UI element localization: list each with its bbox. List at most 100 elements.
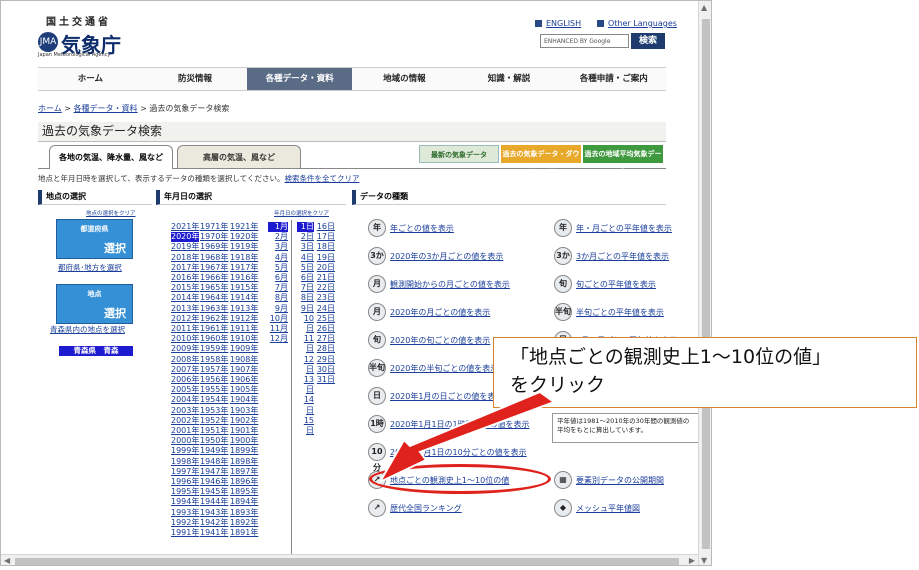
day-link[interactable]: 9日 [297, 304, 314, 314]
day-link[interactable]: 31日 [315, 375, 335, 385]
year-link[interactable]: 2002年 [171, 416, 199, 426]
year-link[interactable]: 1950年 [200, 436, 228, 446]
year-link[interactable]: 1960年 [200, 334, 228, 344]
year-link[interactable]: 1991年 [171, 528, 199, 538]
year-link[interactable]: 1907年 [230, 365, 258, 375]
year-link[interactable]: 2011年 [171, 324, 199, 334]
data-type-link[interactable]: 要素別データの公開期間 [576, 475, 664, 486]
year-link[interactable]: 1917年 [230, 263, 258, 273]
point-select-button[interactable]: 地点 選択 [56, 284, 133, 324]
month-link[interactable]: 3月 [268, 242, 288, 252]
data-type-link[interactable]: 2020年の月ごとの値を表示 [390, 307, 490, 318]
day-link[interactable]: 25日 [315, 314, 335, 324]
year-link[interactable]: 1946年 [200, 477, 228, 487]
data-type-item[interactable]: 月観測開始からの月ごとの値を表示 [368, 275, 510, 293]
year-link[interactable]: 1992年 [171, 518, 199, 528]
year-link[interactable]: 1910年 [230, 334, 258, 344]
year-link[interactable]: 1963年 [200, 304, 228, 314]
point-select-link[interactable]: 青森県内の地点を選択 [50, 324, 125, 335]
day-link[interactable]: 20日 [315, 263, 335, 273]
year-link[interactable]: 1897年 [230, 467, 258, 477]
day-link[interactable]: 13日 [297, 375, 314, 395]
data-type-item[interactable]: ↗ 歴代全国ランキング [368, 499, 462, 517]
nav-disaster[interactable]: 防災情報 [143, 68, 248, 90]
data-type-link[interactable]: 2020年の旬ごとの値を表示 [390, 335, 490, 346]
year-link[interactable]: 2005年 [171, 385, 199, 395]
year-link[interactable]: 1968年 [200, 253, 228, 263]
scroll-down-icon[interactable]: ▼ [701, 556, 707, 565]
nav-home[interactable]: ホーム [38, 68, 143, 90]
breadcrumb-home[interactable]: ホーム [38, 104, 62, 113]
year-link[interactable]: 1906年 [230, 375, 258, 385]
year-link[interactable]: 1943年 [200, 508, 228, 518]
year-link[interactable]: 1993年 [171, 508, 199, 518]
year-link[interactable]: 1957年 [200, 365, 228, 375]
year-link[interactable]: 1953年 [200, 406, 228, 416]
day-link[interactable]: 24日 [315, 304, 335, 314]
data-type-item[interactable]: ◆ メッシュ平年値図 [554, 499, 640, 517]
year-link[interactable]: 1961年 [200, 324, 228, 334]
year-link[interactable]: 1913年 [230, 304, 258, 314]
data-type-item[interactable]: 月 2020年の月ごとの値を表示 [368, 303, 490, 321]
clear-all-link[interactable]: 検索条件を全てクリア [284, 174, 359, 183]
scroll-right-icon[interactable]: ▶ [689, 556, 695, 565]
year-link[interactable]: 1942年 [200, 518, 228, 528]
year-link[interactable]: 1921年 [230, 222, 258, 232]
day-link[interactable]: 7日 [297, 283, 314, 293]
year-link[interactable]: 1914年 [230, 293, 258, 303]
month-link[interactable]: 6月 [268, 273, 288, 283]
year-link[interactable]: 2019年 [171, 242, 199, 252]
year-link[interactable]: 2010年 [171, 334, 199, 344]
data-type-link[interactable]: 2020年1月1日の1時間ごとの値を表示 [390, 419, 530, 430]
english-link[interactable]: ENGLISH [535, 19, 581, 28]
day-link[interactable]: 16日 [315, 222, 335, 232]
year-link[interactable]: 1952年 [200, 416, 228, 426]
scroll-left-icon[interactable]: ◀ [4, 556, 10, 565]
year-link[interactable]: 1998年 [171, 457, 199, 467]
year-link[interactable]: 1956年 [200, 375, 228, 385]
day-link[interactable]: 29日 [315, 355, 335, 365]
data-type-link[interactable]: 2020年の半旬ごとの値を表示 [390, 363, 498, 374]
year-link[interactable]: 2012年 [171, 314, 199, 324]
year-link[interactable]: 2018年 [171, 253, 199, 263]
year-link[interactable]: 2006年 [171, 375, 199, 385]
download-banner[interactable]: 過去の気象データ・ダウンロード [501, 145, 581, 176]
scroll-thumb[interactable] [702, 19, 710, 549]
month-link[interactable]: 1月 [268, 222, 288, 233]
year-link[interactable]: 1898年 [230, 457, 258, 467]
nav-regional[interactable]: 地域の情報 [352, 68, 457, 90]
year-link[interactable]: 1951年 [200, 426, 228, 436]
prefecture-select-button[interactable]: 都道府県 選択 [56, 219, 133, 259]
data-type-item[interactable]: 1時 2020年1月1日の1時間ごとの値を表示 [368, 415, 530, 433]
day-link[interactable]: 28日 [315, 344, 335, 354]
day-link[interactable]: 17日 [315, 232, 335, 242]
data-type-link[interactable]: 歴代全国ランキング [390, 503, 462, 514]
day-link[interactable]: 2日 [297, 232, 314, 242]
year-link[interactable]: 1918年 [230, 253, 258, 263]
data-type-item[interactable]: 年年・月ごとの平年値を表示 [554, 219, 672, 237]
year-link[interactable]: 1962年 [200, 314, 228, 324]
year-link[interactable]: 1958年 [200, 355, 228, 365]
data-type-link[interactable]: 観測開始からの月ごとの値を表示 [390, 279, 510, 290]
year-link[interactable]: 2013年 [171, 304, 199, 314]
month-link[interactable]: 9月 [268, 304, 288, 314]
day-link[interactable]: 14日 [297, 395, 314, 415]
data-type-item[interactable]: 半旬 2020年の半旬ごとの値を表示 [368, 359, 498, 377]
year-link[interactable]: 1909年 [230, 344, 258, 354]
search-input[interactable]: ENHANCED BY Google [540, 34, 629, 48]
year-link[interactable]: 1941年 [200, 528, 228, 538]
day-link[interactable]: 1日 [297, 222, 314, 233]
year-link[interactable]: 1905年 [230, 385, 258, 395]
latest-data-banner[interactable]: 最新の気象データ [419, 145, 499, 163]
year-link[interactable]: 1959年 [200, 344, 228, 354]
data-type-item[interactable]: 年年ごとの値を表示 [368, 219, 454, 237]
year-link[interactable]: 2007年 [171, 365, 199, 375]
day-link[interactable]: 4日 [297, 253, 314, 263]
day-link[interactable]: 15日 [297, 416, 314, 436]
day-link[interactable]: 18日 [315, 242, 335, 252]
month-link[interactable]: 7月 [268, 283, 288, 293]
year-link[interactable]: 2001年 [171, 426, 199, 436]
year-link[interactable]: 1954年 [200, 395, 228, 405]
year-link[interactable]: 1899年 [230, 446, 258, 456]
year-link[interactable]: 1903年 [230, 406, 258, 416]
